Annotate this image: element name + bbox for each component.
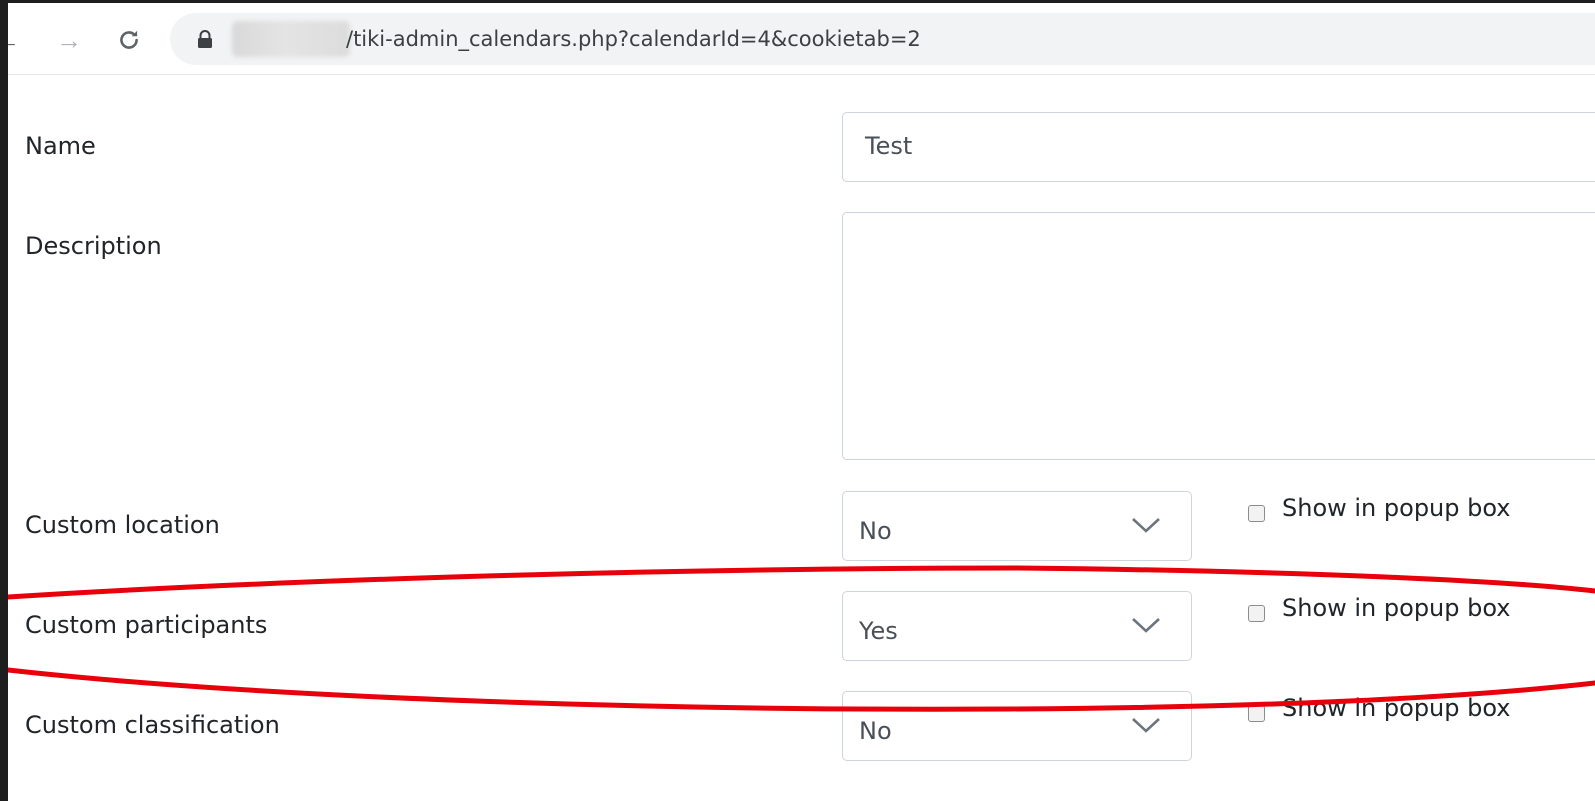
- lock-icon: [198, 30, 212, 48]
- custom-location-popup-checkbox[interactable]: [1248, 505, 1265, 522]
- redacted-domain: [232, 21, 350, 57]
- custom-location-popup-label: Show in popup box: [1282, 494, 1511, 522]
- custom-classification-label: Custom classification: [25, 711, 280, 739]
- calendar-form: Name Test Description Custom location No…: [8, 75, 1595, 801]
- address-bar[interactable]: /tiki-admin_calendars.php?calendarId=4&c…: [170, 13, 1595, 65]
- custom-classification-select[interactable]: No: [842, 691, 1192, 761]
- custom-participants-label: Custom participants: [25, 611, 268, 639]
- custom-participants-select[interactable]: Yes: [842, 591, 1192, 661]
- custom-classification-value: No: [859, 717, 892, 745]
- custom-participants-popup-checkbox[interactable]: [1248, 605, 1265, 622]
- description-label: Description: [25, 232, 162, 260]
- custom-participants-value: Yes: [859, 617, 898, 645]
- browser-window: ← → /tiki-admin_calendars.php?calendarId…: [8, 3, 1595, 801]
- back-arrow-icon[interactable]: ←: [8, 23, 24, 57]
- custom-classification-popup-label: Show in popup box: [1282, 694, 1511, 722]
- url-text: /tiki-admin_calendars.php?calendarId=4&c…: [346, 27, 921, 51]
- forward-arrow-icon[interactable]: →: [52, 23, 86, 57]
- browser-toolbar: ← → /tiki-admin_calendars.php?calendarId…: [8, 3, 1595, 75]
- custom-location-value: No: [859, 517, 892, 545]
- name-input[interactable]: Test: [842, 112, 1595, 182]
- custom-location-select[interactable]: No: [842, 491, 1192, 561]
- custom-location-label: Custom location: [25, 511, 220, 539]
- reload-icon[interactable]: [112, 23, 146, 57]
- name-input-value: Test: [865, 132, 913, 160]
- custom-participants-popup-label: Show in popup box: [1282, 594, 1511, 622]
- chevron-down-icon: [1132, 718, 1160, 733]
- name-label: Name: [25, 132, 96, 160]
- custom-classification-popup-checkbox[interactable]: [1248, 705, 1265, 722]
- chevron-down-icon: [1132, 618, 1160, 633]
- chevron-down-icon: [1132, 518, 1160, 533]
- description-textarea[interactable]: [842, 212, 1595, 460]
